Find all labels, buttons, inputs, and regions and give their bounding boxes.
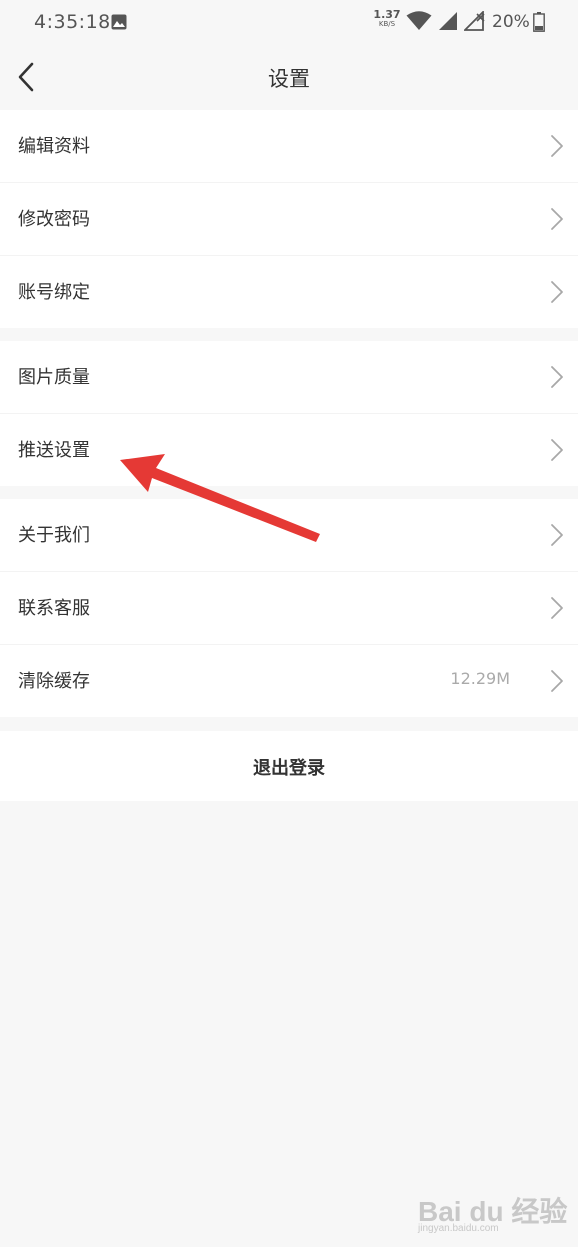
row-label: 关于我们 — [18, 525, 90, 546]
page-title: 设置 — [268, 67, 310, 91]
account-settings-group: 编辑资料 修改密码 账号绑定 — [0, 110, 578, 328]
row-label: 修改密码 — [18, 209, 90, 230]
settings-row-change-password[interactable]: 修改密码 — [0, 183, 578, 256]
chevron-right-icon — [550, 438, 564, 462]
signal-icon — [438, 11, 458, 35]
status-bar: 4:35:18 1.37 KB/S 20% — [0, 0, 578, 44]
chevron-right-icon — [550, 280, 564, 304]
chevron-right-icon — [550, 365, 564, 389]
chevron-right-icon — [550, 596, 564, 620]
chevron-right-icon — [550, 207, 564, 231]
row-label: 推送设置 — [18, 440, 90, 461]
chevron-right-icon — [550, 523, 564, 547]
settings-row-contact-support[interactable]: 联系客服 — [0, 572, 578, 645]
chevron-right-icon — [550, 669, 564, 693]
wifi-icon — [406, 11, 432, 35]
row-label: 联系客服 — [18, 598, 90, 619]
status-time: 4:35:18 — [34, 11, 111, 33]
settings-row-image-quality[interactable]: 图片质量 — [0, 341, 578, 414]
network-speed: 1.37 KB/S — [373, 8, 401, 28]
settings-row-edit-profile[interactable]: 编辑资料 — [0, 110, 578, 183]
settings-row-clear-cache[interactable]: 清除缓存 12.29M — [0, 645, 578, 717]
cache-size-value: 12.29M — [450, 669, 510, 688]
logout-label: 退出登录 — [253, 758, 325, 779]
settings-screen: 4:35:18 1.37 KB/S 20% 设置 编辑资料 修改密码 账号绑定 … — [0, 0, 578, 1247]
chevron-right-icon — [550, 134, 564, 158]
image-notification-icon — [111, 14, 127, 30]
watermark-url: jingyan.baidu.com — [418, 1223, 499, 1234]
row-label: 图片质量 — [18, 367, 90, 388]
row-label: 编辑资料 — [18, 136, 90, 157]
annotation-arrow-icon — [120, 454, 320, 542]
row-label: 账号绑定 — [18, 282, 90, 303]
navigation-bar: 设置 — [0, 44, 578, 110]
battery-icon — [533, 12, 545, 36]
no-signal-icon — [462, 9, 486, 35]
settings-row-account-binding[interactable]: 账号绑定 — [0, 256, 578, 328]
logout-button[interactable]: 退出登录 — [0, 731, 578, 801]
battery-percent: 20% — [492, 12, 530, 32]
row-label: 清除缓存 — [18, 671, 90, 692]
